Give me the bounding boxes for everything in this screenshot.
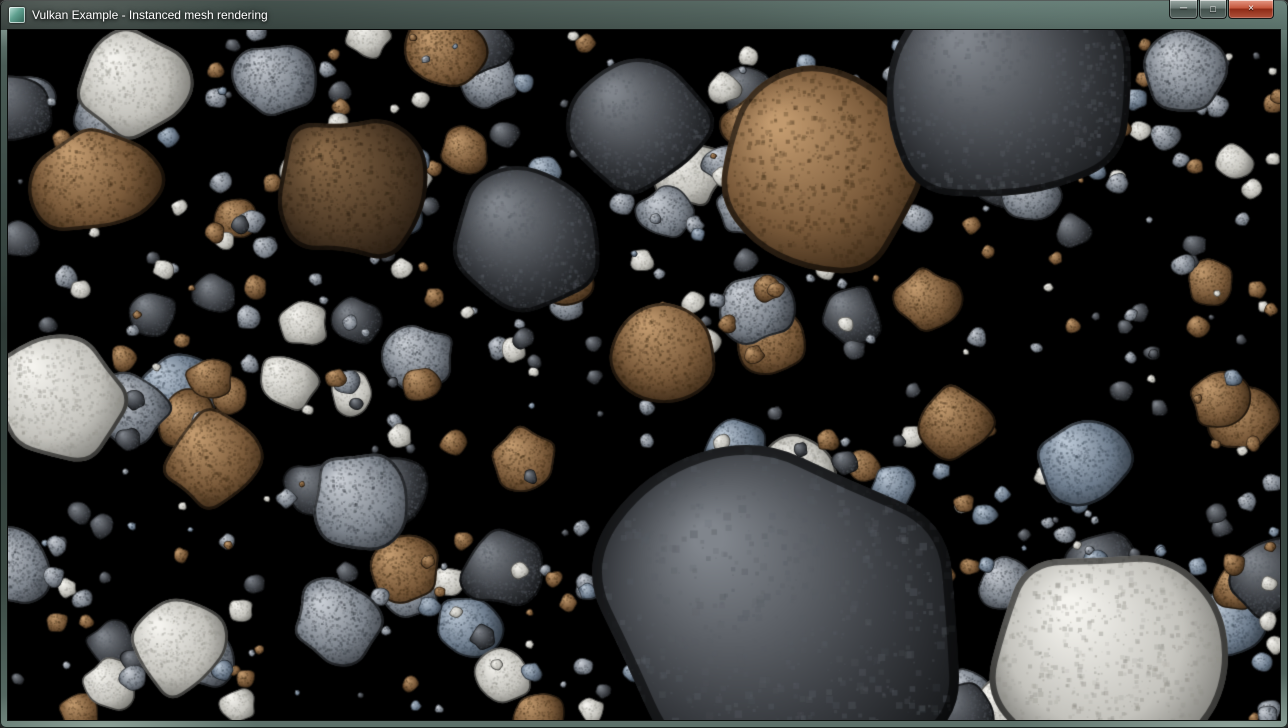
window-title: Vulkan Example - Instanced mesh renderin… (32, 8, 268, 22)
close-icon: × (1248, 4, 1254, 14)
maximize-button[interactable]: □ (1199, 0, 1227, 19)
window-frame: Vulkan Example - Instanced mesh renderin… (0, 0, 1288, 728)
maximize-icon: □ (1210, 5, 1215, 14)
minimize-icon: ─ (1180, 4, 1187, 14)
caption-button-group: ─ □ × (1169, 0, 1274, 19)
render-viewport[interactable] (8, 30, 1280, 720)
viewport-container (8, 30, 1280, 720)
minimize-button[interactable]: ─ (1169, 0, 1198, 19)
vulkan-app-icon[interactable] (9, 7, 25, 23)
close-button[interactable]: × (1228, 0, 1274, 19)
title-bar[interactable]: Vulkan Example - Instanced mesh renderin… (0, 0, 1288, 30)
